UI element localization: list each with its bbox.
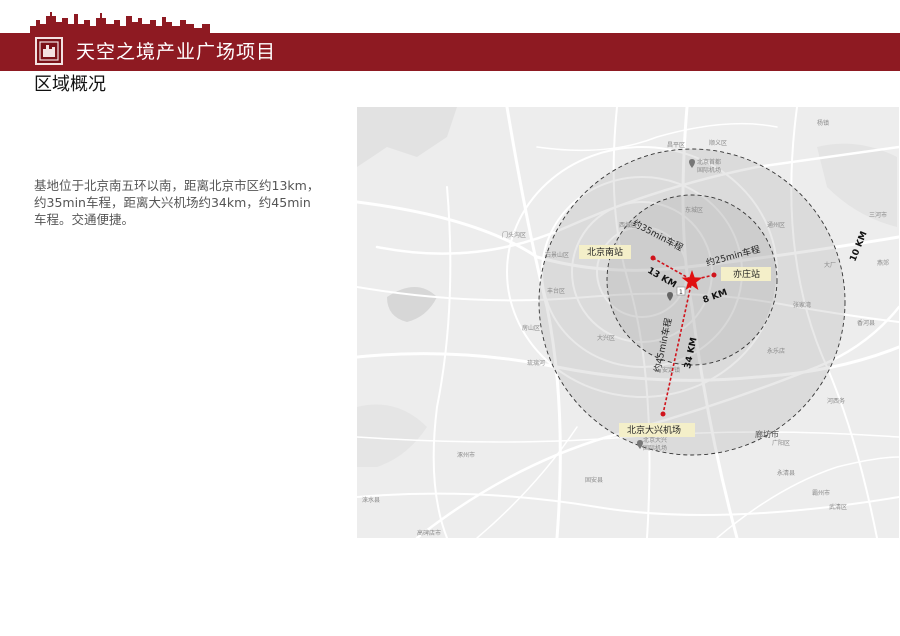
description-line: 基地位于北京南五环以南，距离北京市区约13km， [34, 178, 320, 193]
place-label: 三河市 [869, 211, 887, 219]
svg-text:北京大兴机场: 北京大兴机场 [627, 424, 681, 436]
description-line: 车程。交通便捷。 [34, 212, 135, 227]
place-label: 北京大兴 [643, 436, 667, 444]
skyline-decoration [30, 12, 210, 34]
outer-radius-label: 10 KM [849, 230, 870, 263]
region-map: 顺义区 北京首都 国际机场 门头沟区 石景山区 丰台区 房山区 大兴区 廊坊市 … [357, 107, 899, 538]
svg-text:亦庄站: 亦庄站 [733, 268, 760, 280]
place-label: 国际机场 [643, 444, 667, 452]
place-label: 安定镇 [662, 366, 680, 374]
place-label: 昌平区 [667, 142, 685, 149]
svg-text:北京南站: 北京南站 [587, 246, 623, 258]
description-text: 基地位于北京南五环以南，距离北京市区约13km， 约35min车程，距离大兴机场… [34, 177, 334, 228]
place-label: 国际机场 [697, 166, 721, 174]
place-label: 廊坊市 [755, 429, 779, 439]
place-label: 燕郊 [877, 259, 889, 267]
place-label: 杨镇 [817, 119, 829, 127]
place-label: 石景山区 [545, 251, 569, 259]
place-label: 固安县 [585, 476, 603, 484]
place-label: 门头沟区 [502, 231, 526, 239]
map-canvas: 顺义区 北京首都 国际机场 门头沟区 石景山区 丰台区 房山区 大兴区 廊坊市 … [357, 107, 899, 538]
place-label: 霸州市 [812, 489, 830, 497]
place-label: 永清县 [777, 469, 795, 477]
station-label-airport: 北京大兴机场 [619, 423, 695, 437]
station-dot-beijing-south [650, 255, 656, 261]
place-label: 东城区 [685, 206, 703, 214]
place-label: 涞水县 [362, 496, 380, 504]
description-line: 约35min车程，距离大兴机场约34km，约45min [34, 195, 311, 210]
station-dot-airport [660, 411, 666, 417]
station-label-beijing-south: 北京南站 [579, 245, 631, 259]
header-title: 天空之境产业广场项目 [76, 41, 277, 63]
place-label: 永乐店 [767, 347, 785, 355]
place-label: 大厂 [824, 261, 836, 269]
place-label: 武清区 [829, 503, 847, 511]
section-heading: 区域概况 [34, 74, 106, 95]
place-label: 张家湾 [793, 301, 811, 309]
place-label: 北京首都 [697, 158, 721, 166]
place-label: 大兴区 [597, 334, 615, 342]
station-label-yizhuang: 亦庄站 [721, 267, 771, 281]
place-label: 房山区 [522, 324, 540, 332]
place-label: 香河县 [857, 319, 875, 327]
logo-icon [35, 37, 63, 65]
header-bar: 天空之境产业广场项目 [0, 33, 900, 71]
place-label: 涿州市 [457, 451, 475, 459]
place-label: 琉璃河 [527, 359, 545, 367]
place-label: 通州区 [767, 221, 785, 229]
svg-text:1: 1 [679, 289, 683, 296]
place-label: 广阳区 [772, 439, 790, 447]
place-label: 河西务 [827, 397, 845, 405]
station-dot-yizhuang [711, 272, 717, 278]
place-label: 丰台区 [547, 287, 565, 295]
place-label: 顺义区 [709, 140, 727, 147]
place-label: 高碑店市 [417, 529, 441, 537]
